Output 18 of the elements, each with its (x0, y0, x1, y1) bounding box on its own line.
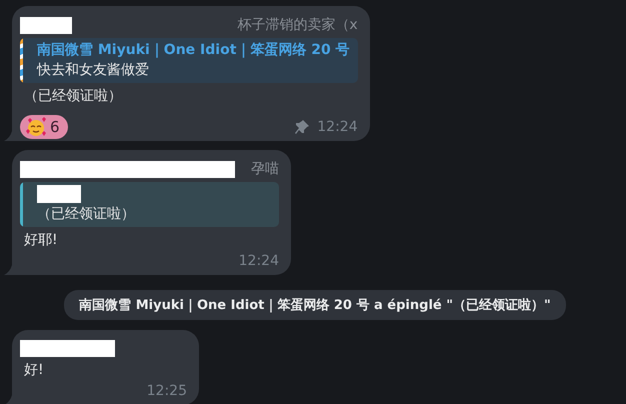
reply-quote[interactable]: 南国微雪 Miyuki｜One Idiot｜笨蛋网络 20 号 快去和女友酱做爱 (20, 38, 358, 83)
reply-quote[interactable]: （已经领证啦） (20, 182, 279, 227)
smiling-face-icon (25, 117, 47, 137)
message-text: （已经领证啦） (23, 87, 123, 105)
reply-sender: 南国微雪 Miyuki｜One Idiot｜笨蛋网络 20 号 (37, 41, 350, 59)
message-time: 12:24 (317, 119, 358, 135)
redaction-block (20, 16, 72, 34)
reply-text: （已经领证啦） (37, 205, 135, 223)
redaction-block (37, 185, 81, 203)
message-text: 好耶! (23, 231, 59, 249)
reply-text: 快去和女友酱做爱 (37, 61, 150, 79)
sender-tag: 孕喵 (251, 160, 279, 178)
sender-tag: 杯子滞销的卖家（x (237, 16, 358, 34)
pinned-notice: 南国微雪 Miyuki｜One Idiot｜笨蛋网络 20 号 a épinglé "（已经领证啦）" (64, 290, 566, 320)
message-time: 12:25 (146, 383, 187, 399)
message-text: 好! (23, 361, 45, 379)
message-time: 12:24 (238, 253, 279, 269)
reaction-chip[interactable]: 6 (20, 115, 68, 139)
